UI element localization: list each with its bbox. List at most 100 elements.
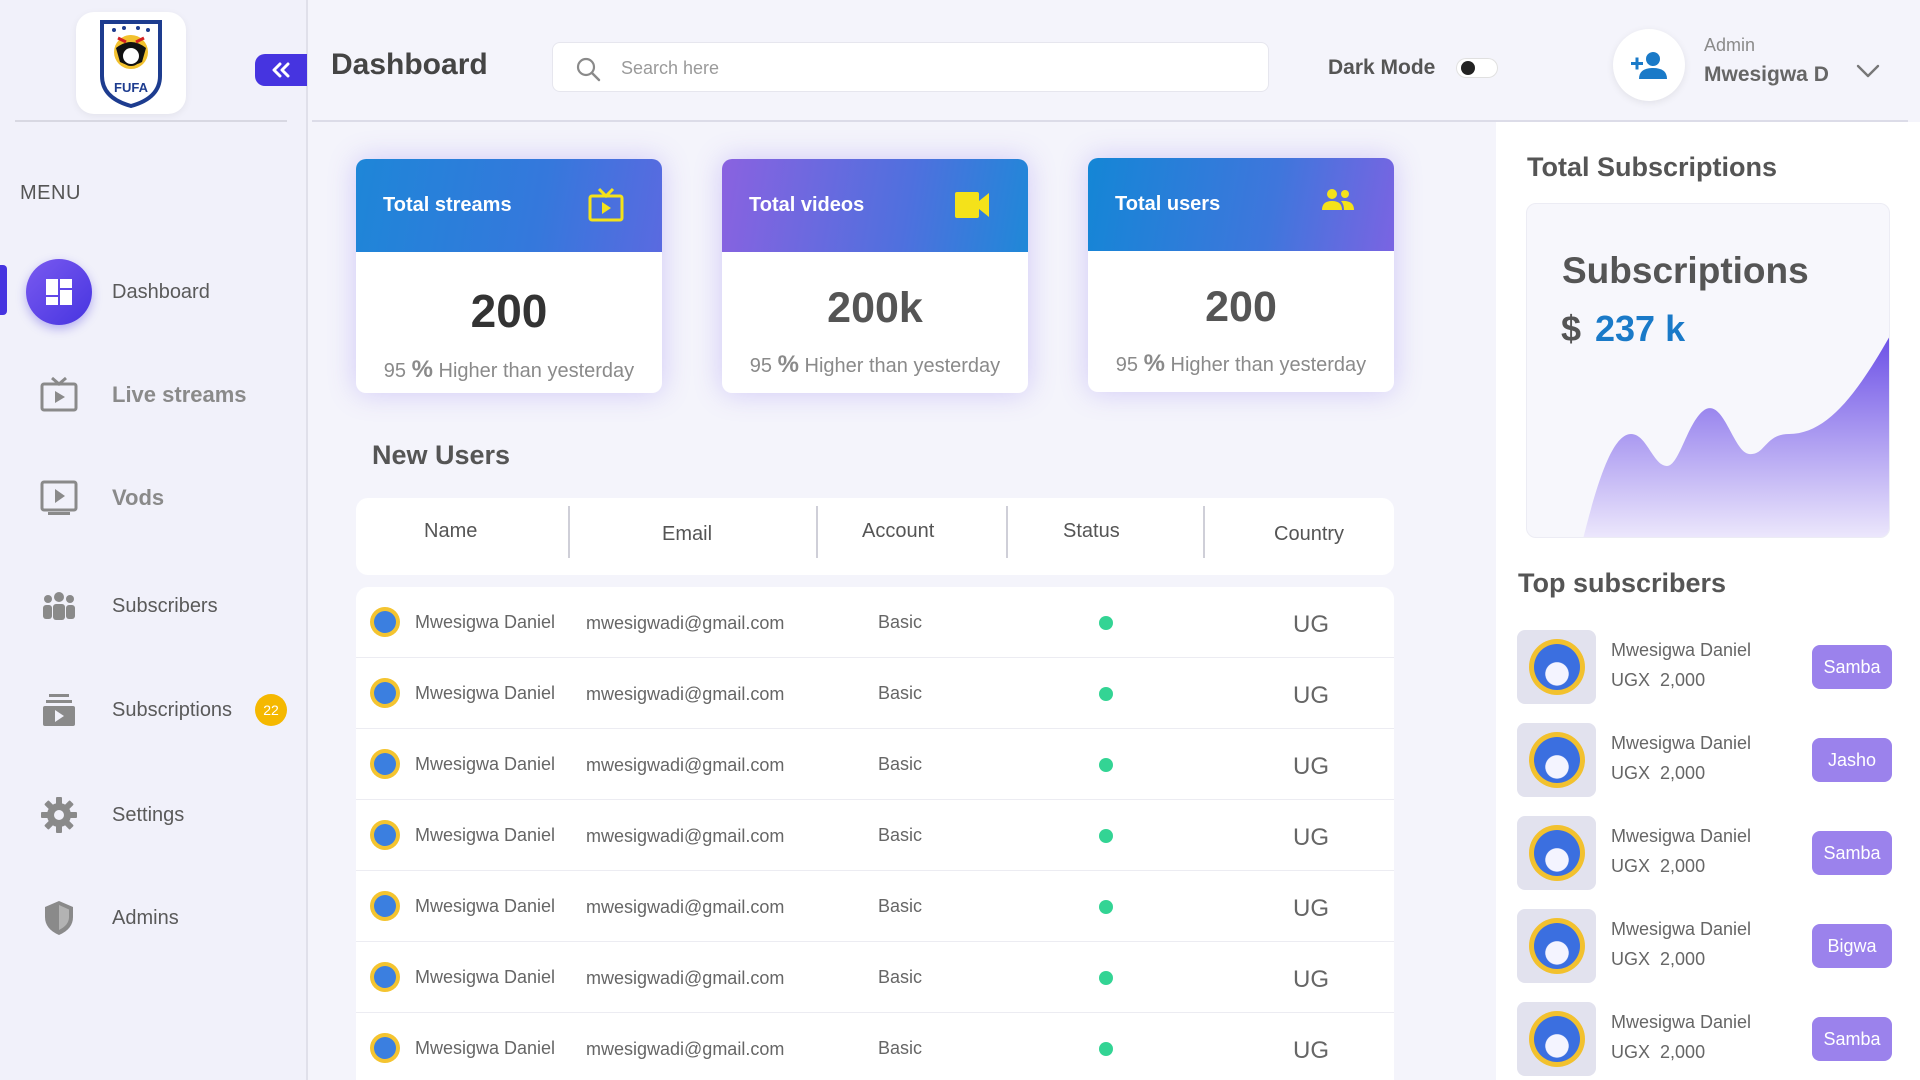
stat-card-streams[interactable]: Total streams 200 95 % Higher than yeste… [356, 159, 662, 393]
cell-account: Basic [878, 612, 923, 632]
top-subscriber-item[interactable]: Mwesigwa Daniel UGX 2,000 Bigwa [1517, 909, 1897, 985]
cell-name: Mwesigwa Daniel [415, 1038, 556, 1058]
user-avatar [370, 607, 400, 637]
cell-account: Basic [878, 967, 923, 987]
user-avatar [370, 678, 400, 708]
stat-card-users[interactable]: Total users 200 95 % Higher than yesterd… [1088, 158, 1394, 392]
subscriber-currency: UGX [1611, 1042, 1651, 1062]
column-header-email[interactable]: Email [662, 523, 712, 546]
search-bar[interactable] [552, 42, 1269, 92]
table-row[interactable]: Mwesigwa Daniel mwesigwadi@gmail.com Bas… [356, 871, 1394, 942]
subscriber-currency: UGX [1611, 856, 1651, 876]
column-header-name[interactable]: Name [424, 520, 477, 543]
subscriber-plan-button[interactable]: Samba [1812, 1017, 1892, 1061]
dark-mode-toggle[interactable] [1456, 58, 1498, 78]
cell-country: UG [1293, 611, 1329, 638]
table-row[interactable]: Mwesigwa Daniel mwesigwadi@gmail.com Bas… [356, 1013, 1394, 1080]
sidebar-divider [15, 120, 287, 122]
table-row[interactable]: Mwesigwa Daniel mwesigwadi@gmail.com Bas… [356, 800, 1394, 871]
column-divider [568, 506, 570, 558]
subscriber-plan-button[interactable]: Samba [1812, 645, 1892, 689]
double-chevron-left-icon [272, 62, 290, 78]
dashboard-icon [26, 259, 92, 325]
cell-email: mwesigwadi@gmail.com [586, 1039, 785, 1059]
table-row[interactable]: Mwesigwa Daniel mwesigwadi@gmail.com Bas… [356, 942, 1394, 1013]
live-tv-icon [26, 362, 92, 428]
status-dot [1099, 900, 1113, 914]
svg-text:FUFA: FUFA [114, 80, 149, 95]
subscriber-name: Mwesigwa Daniel [1611, 640, 1752, 660]
subscriber-plan-button[interactable]: Samba [1812, 831, 1892, 875]
chevron-down-icon[interactable] [1856, 63, 1880, 79]
cell-email: mwesigwadi@gmail.com [586, 684, 785, 704]
stat-title: Total streams [383, 194, 512, 216]
subscriber-plan-button[interactable]: Bigwa [1812, 924, 1892, 968]
cell-country: UG [1293, 895, 1329, 922]
table-row[interactable]: Mwesigwa Daniel mwesigwadi@gmail.com Bas… [356, 587, 1394, 658]
stat-percent: 95 [1115, 354, 1139, 376]
top-subscriber-item[interactable]: Mwesigwa Daniel UGX 2,000 Jasho [1517, 723, 1897, 799]
sidebar-item-label: Live streams [112, 382, 247, 407]
table-row[interactable]: Mwesigwa Daniel mwesigwadi@gmail.com Bas… [356, 658, 1394, 729]
column-header-country[interactable]: Country [1274, 523, 1344, 546]
admin-avatar[interactable] [1613, 29, 1685, 101]
subscriber-value: 2,000 [1660, 670, 1706, 690]
fufa-logo[interactable]: FUFA [76, 12, 186, 114]
cell-account: Basic [878, 825, 923, 845]
stat-percent: 95 [749, 355, 773, 377]
column-header-status[interactable]: Status [1063, 520, 1120, 543]
stat-footnote: 95 % Higher than yesterday [722, 351, 1028, 379]
subscriber-name: Mwesigwa Daniel [1611, 919, 1752, 939]
table-row[interactable]: Mwesigwa Daniel mwesigwadi@gmail.com Bas… [356, 729, 1394, 800]
sidebar-item-label: Vods [112, 485, 165, 510]
sidebar-item-subscriptions[interactable]: Subscriptions 22 [0, 675, 300, 745]
page-title: Dashboard [331, 48, 488, 81]
cell-account: Basic [878, 896, 923, 916]
cell-email: mwesigwadi@gmail.com [586, 613, 785, 633]
status-dot [1099, 758, 1113, 772]
stat-note: Higher than yesterday [1170, 354, 1367, 376]
search-input[interactable] [621, 51, 1241, 85]
sidebar-item-admins[interactable]: Admins [0, 883, 300, 953]
subscriber-plan-button[interactable]: Jasho [1812, 738, 1892, 782]
sidebar-item-label: Settings [112, 803, 185, 826]
cell-country: UG [1293, 753, 1329, 780]
column-header-account[interactable]: Account [862, 520, 934, 543]
group-icon [26, 573, 92, 639]
top-subscriber-item[interactable]: Mwesigwa Daniel UGX 2,000 Samba [1517, 816, 1897, 892]
sidebar-item-live-streams[interactable]: Live streams [0, 360, 300, 430]
top-subscriber-item[interactable]: Mwesigwa Daniel UGX 2,000 Samba [1517, 1002, 1897, 1078]
collapse-sidebar-button[interactable] [255, 54, 307, 86]
subscriber-amount: UGX 2,000 [1611, 949, 1705, 970]
subscriptions-card[interactable]: Subscriptions $ 237 k [1526, 203, 1890, 538]
column-divider [816, 506, 818, 558]
sidebar-item-settings[interactable]: Settings [0, 780, 300, 850]
user-role: Admin [1704, 35, 1756, 55]
status-dot [1099, 687, 1113, 701]
cell-name: Mwesigwa Daniel [415, 896, 556, 916]
person-add-icon [1631, 52, 1667, 79]
dark-mode-label: Dark Mode [1328, 56, 1436, 79]
subscriber-avatar [1517, 723, 1596, 797]
top-subscriber-item[interactable]: Mwesigwa Daniel UGX 2,000 Samba [1517, 630, 1897, 706]
subscriber-value: 2,000 [1660, 1042, 1706, 1062]
sidebar-item-dashboard[interactable]: Dashboard [0, 257, 300, 327]
sidebar-item-subscribers[interactable]: Subscribers [0, 571, 300, 641]
stat-value: 200k [827, 284, 923, 332]
cell-account: Basic [878, 683, 923, 703]
sidebar-item-vods[interactable]: Vods [0, 463, 300, 533]
status-dot [1099, 829, 1113, 843]
stat-value: 200 [1205, 283, 1277, 331]
cell-country: UG [1293, 682, 1329, 709]
table-header: Name Email Account Status Country [356, 498, 1394, 575]
subscriber-currency: UGX [1611, 763, 1651, 783]
subscriber-avatar [1517, 630, 1596, 704]
fufa-crest-icon: FUFA [100, 20, 162, 108]
subscriber-name: Mwesigwa Daniel [1611, 733, 1752, 753]
column-divider [1006, 506, 1008, 558]
stat-card-header: Total streams [356, 159, 662, 252]
stat-card-videos[interactable]: Total videos 200k 95 % Higher than yeste… [722, 159, 1028, 393]
user-avatar [370, 1033, 400, 1063]
cell-country: UG [1293, 824, 1329, 851]
subscriber-avatar [1517, 1002, 1596, 1076]
